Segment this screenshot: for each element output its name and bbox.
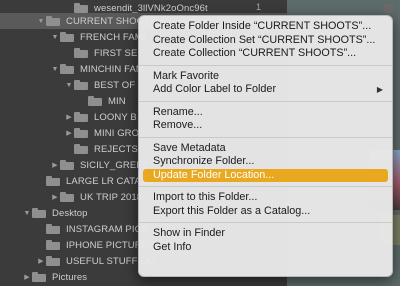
menu-separator (139, 100, 392, 102)
folder-icon (32, 272, 46, 282)
menu-item[interactable]: Add Color Label to Folder ▶ (139, 83, 392, 97)
menu-item-label: Remove... (153, 119, 203, 131)
menu-item-label: Update Folder Location... (153, 168, 275, 181)
menu-separator (139, 136, 392, 138)
folder-name: Pictures (52, 271, 88, 283)
menu-item[interactable]: Remove... (139, 119, 392, 133)
menu-item[interactable]: Synchronize Folder... (139, 155, 392, 169)
disclosure-triangle-icon[interactable]: ▶ (64, 113, 74, 121)
menu-item[interactable]: Export this Folder as a Catalog... (139, 205, 392, 219)
disclosure-triangle-icon[interactable]: ▶ (50, 193, 60, 201)
folder-name: wesendit_3llVNk2oOnc96t (94, 2, 208, 14)
folder-icon (46, 176, 60, 186)
folder-icon (32, 208, 46, 218)
folder-name: UK TRIP 2018 (80, 191, 143, 203)
folder-context-menu: Create Folder Inside “CURRENT SHOOTS”...… (138, 15, 393, 277)
folder-name: MINI GRO (94, 127, 140, 139)
folder-icon (46, 16, 60, 26)
folder-name: INSTAGRAM PICS (66, 223, 148, 235)
menu-item[interactable]: Create Folder Inside “CURRENT SHOOTS”... (139, 20, 392, 34)
disclosure-triangle-icon[interactable]: ▼ (64, 82, 74, 89)
menu-item-label: Rename... (153, 105, 203, 118)
disclosure-triangle-icon[interactable]: ▶ (50, 161, 60, 169)
disclosure-triangle-icon[interactable]: ▶ (36, 257, 46, 265)
menu-item[interactable]: Mark Favorite (139, 70, 392, 84)
menu-item-label: Mark Favorite (153, 69, 219, 82)
menu-separator (139, 186, 392, 187)
disclosure-triangle-icon[interactable]: ▼ (36, 18, 46, 25)
menu-item[interactable]: Create Collection “CURRENT SHOOTS”... (139, 47, 392, 61)
folder-name: Desktop (52, 207, 88, 219)
menu-item[interactable]: Import to this Folder... (139, 191, 392, 205)
folder-icon (60, 160, 74, 170)
folder-icon (60, 64, 74, 74)
menu-item-label: Add Color Label to Folder (153, 83, 277, 95)
folder-icon (46, 224, 60, 234)
menu-item[interactable]: Save Metadata (139, 142, 392, 156)
disclosure-triangle-icon[interactable]: ▼ (50, 34, 60, 41)
folder-icon (74, 48, 88, 58)
menu-item[interactable]: Update Folder Location... (143, 168, 388, 182)
menu-item-label: Show in Finder (153, 227, 226, 239)
disclosure-triangle-icon[interactable]: ▶ (22, 273, 32, 281)
menu-item-label: Create Collection Set “CURRENT SHOOTS”..… (153, 33, 376, 46)
menu-separator (139, 64, 392, 66)
folder-name: FRENCH FAMI (80, 31, 146, 43)
folder-icon (74, 112, 88, 122)
menu-item[interactable]: Create Collection Set “CURRENT SHOOTS”..… (139, 34, 392, 48)
folder-icon (60, 192, 74, 202)
menu-item-label: Create Folder Inside “CURRENT SHOOTS”... (153, 20, 372, 32)
folder-icon (74, 80, 88, 90)
folder-icon (74, 128, 88, 138)
folder-image-count: 1 (256, 2, 262, 12)
disclosure-triangle-icon[interactable]: ▶ (64, 129, 74, 137)
folder-icon (74, 3, 88, 13)
menu-item-label: Get Info (153, 240, 192, 253)
menu-item-label: Synchronize Folder... (153, 155, 255, 167)
folder-icon (60, 32, 74, 42)
folder-icon (46, 256, 60, 266)
folder-name: MINCHIN FAM (80, 63, 144, 75)
disclosure-triangle-icon[interactable]: ▼ (22, 210, 32, 217)
menu-item-label: Export this Folder as a Catalog... (153, 204, 311, 217)
folder-name: FIRST SE (94, 47, 138, 59)
folder-name: REJECTS (94, 143, 138, 155)
folder-name: BEST OF (94, 79, 136, 91)
badge-icon (384, 4, 394, 14)
menu-item[interactable]: Get Info (139, 241, 392, 255)
disclosure-triangle-icon[interactable]: ▼ (50, 66, 60, 73)
folder-name: MIN (108, 95, 126, 107)
folder-icon (46, 240, 60, 250)
menu-item[interactable]: Rename... (139, 106, 392, 120)
menu-item-label: Import to this Folder... (153, 191, 258, 203)
menu-separator (139, 222, 392, 223)
submenu-arrow-icon: ▶ (376, 85, 383, 94)
menu-item-label: Save Metadata (153, 141, 226, 154)
folder-name: LOONY B (94, 111, 137, 123)
menu-item-label: Create Collection “CURRENT SHOOTS”... (153, 47, 357, 59)
folder-icon (88, 96, 102, 106)
folder-icon (74, 144, 88, 154)
menu-item[interactable]: Show in Finder (139, 227, 392, 241)
